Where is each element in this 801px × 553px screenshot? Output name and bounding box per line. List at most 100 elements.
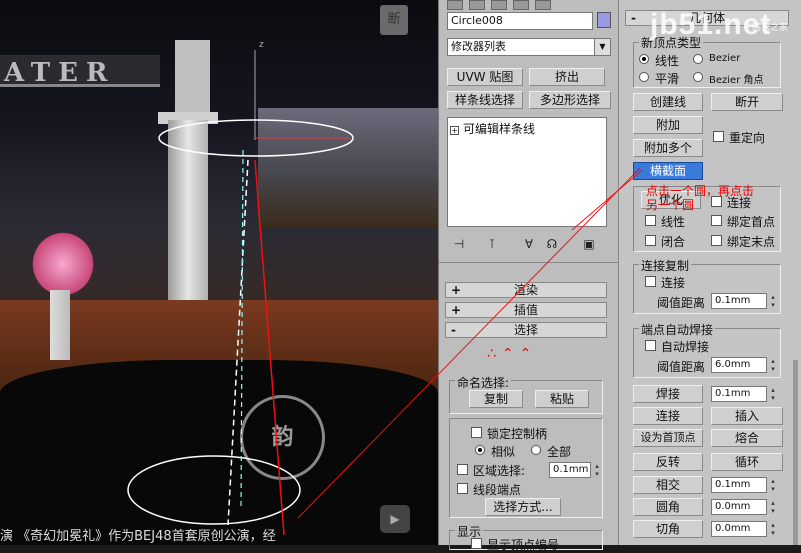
linear-checkbox[interactable] bbox=[645, 215, 656, 226]
connect-copy-label: 连接 bbox=[661, 276, 686, 290]
reorient-checkbox[interactable] bbox=[713, 131, 724, 142]
stage-sign-text: ATER bbox=[4, 58, 116, 88]
expand-icon[interactable]: + bbox=[450, 126, 459, 135]
badge-icon: 断 bbox=[380, 5, 408, 35]
audience-silhouette bbox=[0, 360, 438, 545]
bind-last-checkbox[interactable] bbox=[711, 235, 722, 246]
area-selection-spinner[interactable]: 0.1mm bbox=[549, 462, 601, 478]
fuse-button[interactable]: 熔合 bbox=[711, 429, 783, 447]
bezier-radio[interactable] bbox=[693, 54, 703, 64]
logo-mark: 韵 bbox=[240, 395, 325, 480]
dancer-legs bbox=[50, 290, 70, 360]
reverse-button[interactable]: 反转 bbox=[633, 453, 703, 471]
threshold2-label: 阈值距离 bbox=[657, 360, 706, 374]
cycle-button[interactable]: 循环 bbox=[711, 453, 783, 471]
closed-label: 闭合 bbox=[661, 235, 686, 249]
bezier-corner-radio[interactable] bbox=[693, 72, 703, 82]
linear-radio[interactable] bbox=[639, 54, 649, 64]
inset-photo bbox=[258, 108, 438, 228]
break-button[interactable]: 断开 bbox=[711, 93, 783, 111]
extrude-button[interactable]: 挤出 bbox=[529, 68, 605, 86]
cross-section-button[interactable]: 横截面 bbox=[633, 162, 703, 180]
threshold2-spinner[interactable]: 6.0mm bbox=[711, 357, 777, 373]
modifier-stack: + 可编辑样条线 bbox=[447, 117, 607, 227]
auto-weld-label: 自动焊接 bbox=[661, 340, 710, 354]
bezier-label: Bezier bbox=[709, 53, 741, 64]
smooth-radio[interactable] bbox=[639, 72, 649, 82]
linear-label: 线性 bbox=[655, 54, 680, 68]
insert-button[interactable]: 插入 bbox=[711, 407, 783, 425]
segment-end-checkbox[interactable] bbox=[457, 483, 468, 494]
poly-select-button[interactable]: 多边形选择 bbox=[529, 91, 611, 109]
subobject-level-icon[interactable]: ∴⌃⌃ bbox=[487, 346, 537, 362]
stack-item-label: 可编辑样条线 bbox=[463, 122, 536, 136]
attach-button[interactable]: 附加 bbox=[633, 116, 703, 134]
all-label: 全部 bbox=[547, 445, 572, 459]
make-first-button[interactable]: 设为首顶点 bbox=[633, 429, 703, 447]
rollout-selection[interactable]: - 选择 bbox=[445, 322, 607, 338]
smooth-label: 平滑 bbox=[655, 72, 680, 86]
show-vertex-numbers-checkbox[interactable] bbox=[471, 538, 482, 549]
rollout-render-label: 渲染 bbox=[513, 283, 538, 297]
named-selection-title: 命名选择: bbox=[455, 374, 512, 391]
fillet-spinner[interactable]: 0.0mm bbox=[711, 499, 777, 515]
rollout-selection-label: 选择 bbox=[513, 323, 538, 337]
hierarchy-tab-icon[interactable] bbox=[491, 0, 507, 10]
auto-weld-checkbox[interactable] bbox=[645, 340, 656, 351]
area-selection-label: 区域选择: bbox=[473, 464, 526, 478]
bezier-corner-label: Bezier 角点 bbox=[709, 75, 764, 86]
select-by-button[interactable]: 选择方式... bbox=[485, 498, 561, 516]
intersect-button[interactable]: 相交 bbox=[633, 476, 703, 494]
motion-tab-icon[interactable] bbox=[513, 0, 529, 10]
object-color-swatch[interactable] bbox=[597, 12, 611, 28]
chevron-down-icon: ▼ bbox=[594, 39, 610, 55]
chamfer-spinner[interactable]: 0.0mm bbox=[711, 521, 777, 537]
stack-item[interactable]: + 可编辑样条线 bbox=[450, 120, 535, 137]
viewport[interactable]: ATER 韵 断 ▶ 演 《奇幻加冕礼》作为BEJ48首套原创公演，经 bbox=[0, 0, 438, 545]
intersect-spinner[interactable]: 0.1mm bbox=[711, 477, 777, 493]
fillet-button[interactable]: 圆角 bbox=[633, 498, 703, 516]
video-subtitle: 演 《奇幻加冕礼》作为BEJ48首套原创公演，经 bbox=[0, 529, 276, 544]
connect-button[interactable]: 连接 bbox=[633, 407, 703, 425]
show-end-icon[interactable]: ⊺ bbox=[484, 236, 500, 252]
reorient-label: 重定向 bbox=[729, 131, 766, 145]
command-panel: Circle008 修改器列表 ▼ UVW 贴图 挤出 样条线选择 多边形选择 +… bbox=[438, 0, 619, 552]
bind-first-checkbox[interactable] bbox=[711, 215, 722, 226]
all-radio[interactable] bbox=[531, 445, 541, 455]
auto-weld-title: 端点自动焊接 bbox=[639, 321, 716, 338]
pin-icon[interactable]: ⊣ bbox=[451, 236, 467, 252]
similar-radio[interactable] bbox=[475, 445, 485, 455]
bind-first-label: 绑定首点 bbox=[727, 215, 776, 229]
lock-handles-checkbox[interactable] bbox=[471, 427, 482, 438]
object-name-field[interactable]: Circle008 bbox=[447, 12, 593, 30]
rollout-render[interactable]: + 渲染 bbox=[445, 282, 607, 298]
chamfer-button[interactable]: 切角 bbox=[633, 520, 703, 538]
paste-button[interactable]: 粘贴 bbox=[535, 390, 589, 408]
connect-copy-checkbox[interactable] bbox=[645, 276, 656, 287]
attach-multiple-button[interactable]: 附加多个 bbox=[633, 139, 703, 157]
weld-button[interactable]: 焊接 bbox=[633, 385, 703, 403]
modify-tab-icon[interactable] bbox=[469, 0, 485, 10]
area-selection-checkbox[interactable] bbox=[457, 464, 468, 475]
modifier-list-label: 修改器列表 bbox=[451, 40, 506, 53]
configure-icon[interactable]: ▣ bbox=[581, 236, 597, 252]
rollout-interpolation[interactable]: + 插值 bbox=[445, 302, 607, 318]
threshold-spinner[interactable]: 0.1mm bbox=[711, 293, 777, 309]
remove-modifier-icon[interactable]: ☊ bbox=[544, 236, 560, 252]
panel-scrollbar[interactable] bbox=[793, 360, 798, 545]
weld-spinner[interactable]: 0.1mm bbox=[711, 386, 777, 402]
create-tab-icon[interactable] bbox=[447, 0, 463, 10]
similar-label: 相似 bbox=[491, 445, 516, 459]
create-line-button[interactable]: 创建线 bbox=[633, 93, 703, 111]
annotation-text-2: 另一个圆 bbox=[646, 198, 695, 212]
make-unique-icon[interactable]: ∀ bbox=[521, 236, 537, 252]
linear-check-label: 线性 bbox=[661, 215, 686, 229]
watermark-sub: 网管之家 bbox=[752, 23, 789, 33]
spline-select-button[interactable]: 样条线选择 bbox=[447, 91, 523, 109]
modifier-list-dropdown[interactable]: 修改器列表 ▼ bbox=[447, 38, 611, 56]
threshold-label: 阈值距离 bbox=[657, 296, 706, 310]
display-tab-icon[interactable] bbox=[535, 0, 551, 10]
closed-checkbox[interactable] bbox=[645, 235, 656, 246]
uvw-map-button[interactable]: UVW 贴图 bbox=[447, 68, 523, 86]
copy-button[interactable]: 复制 bbox=[469, 390, 523, 408]
